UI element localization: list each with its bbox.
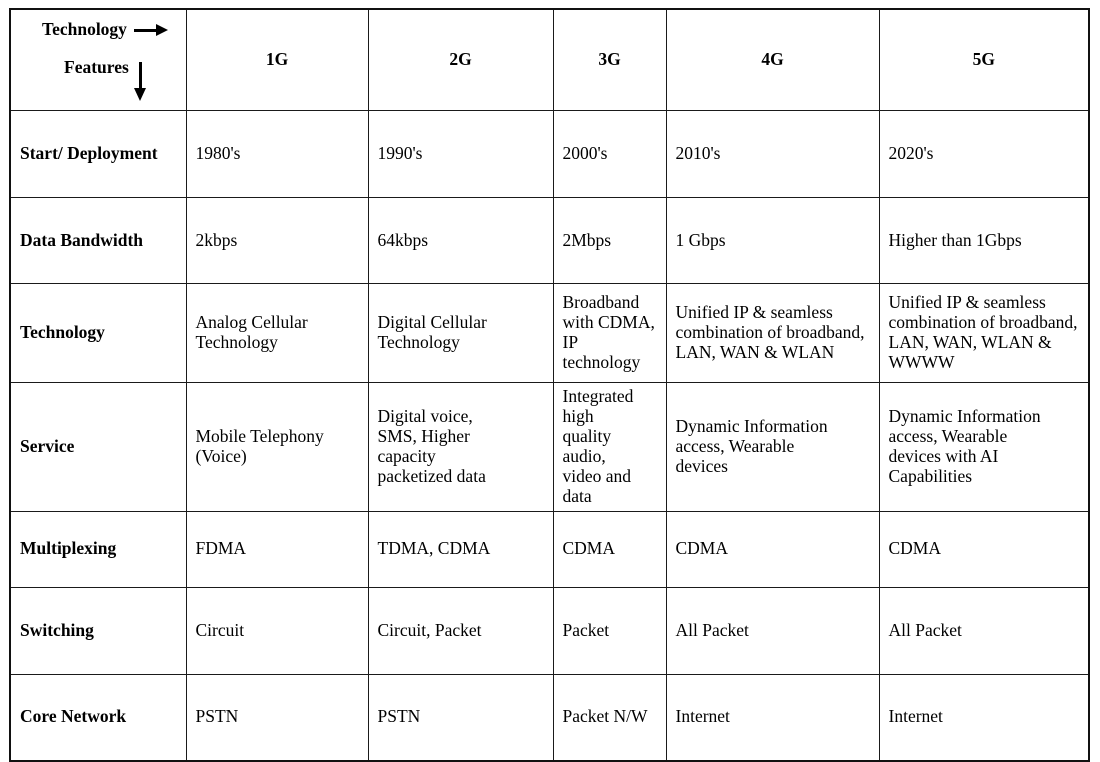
cell-service-2g: Digital voice, SMS, Higher capacity pack… (367, 382, 554, 512)
cell-multiplexing-5g: CDMA (878, 510, 1090, 588)
table-row: Switching Circuit Circuit, Packet Packet… (9, 586, 1090, 675)
cell-corenetwork-1g: PSTN (185, 673, 369, 762)
cell-bandwidth-4g: 1 Gbps (665, 197, 880, 284)
feature-label: Start/ Deployment (9, 110, 187, 198)
cell-technology-4g: Unified IP & seamless combination of bro… (665, 283, 880, 383)
table-row: Multiplexing FDMA TDMA, CDMA CDMA CDMA C… (9, 510, 1090, 588)
table-row: Technology Analog Cellular Technology Di… (9, 283, 1090, 383)
column-header-3g: 3G (552, 8, 667, 111)
column-header-4g: 4G (665, 8, 880, 111)
arrow-down-icon (133, 62, 147, 102)
cell-multiplexing-3g: CDMA (552, 510, 667, 588)
feature-label: Data Bandwidth (9, 197, 187, 284)
cell-bandwidth-5g: Higher than 1Gbps (878, 197, 1090, 284)
technology-axis-label: Technology (42, 19, 168, 40)
column-header-5g: 5G (878, 8, 1090, 111)
cell-bandwidth-2g: 64kbps (367, 197, 554, 284)
corner-axis-cell: Technology Features (9, 8, 187, 111)
cell-service-3g: Integrated high quality audio, video and… (552, 382, 667, 512)
table-header-row: Technology Features 1G 2G 3G 4G 5G (9, 8, 1090, 111)
cell-bandwidth-3g: 2Mbps (552, 197, 667, 284)
feature-label: Core Network (9, 673, 187, 762)
cell-multiplexing-1g: FDMA (185, 510, 369, 588)
feature-label: Technology (9, 283, 187, 383)
cell-corenetwork-4g: Internet (665, 673, 880, 762)
cell-service-4g: Dynamic Information access, Wearable dev… (665, 382, 880, 512)
features-axis-label: Features (64, 57, 147, 101)
table-row: Service Mobile Telephony (Voice) Digital… (9, 382, 1090, 512)
technology-axis-text: Technology (42, 19, 127, 39)
cell-start-2g: 1990's (367, 110, 554, 198)
cell-multiplexing-4g: CDMA (665, 510, 880, 588)
generations-comparison-table: Technology Features 1G 2G 3G 4G 5G Start… (9, 8, 1090, 762)
cell-service-1g: Mobile Telephony (Voice) (185, 382, 369, 512)
cell-start-1g: 1980's (185, 110, 369, 198)
cell-corenetwork-5g: Internet (878, 673, 1090, 762)
cell-corenetwork-2g: PSTN (367, 673, 554, 762)
cell-start-3g: 2000's (552, 110, 667, 198)
cell-switching-5g: All Packet (878, 586, 1090, 675)
column-header-1g: 1G (185, 8, 369, 111)
cell-bandwidth-1g: 2kbps (185, 197, 369, 284)
cell-switching-3g: Packet (552, 586, 667, 675)
feature-label: Service (9, 382, 187, 512)
arrow-right-icon (133, 24, 168, 37)
document-canvas: Technology Features 1G 2G 3G 4G 5G Start… (0, 0, 1100, 762)
cell-start-5g: 2020's (878, 110, 1090, 198)
table-row: Data Bandwidth 2kbps 64kbps 2Mbps 1 Gbps… (9, 197, 1090, 284)
cell-technology-5g: Unified IP & seamless combination of bro… (878, 283, 1090, 383)
cell-corenetwork-3g: Packet N/W (552, 673, 667, 762)
table-row: Core Network PSTN PSTN Packet N/W Intern… (9, 673, 1090, 762)
cell-technology-3g: Broadband with CDMA, IP technology (552, 283, 667, 383)
cell-start-4g: 2010's (665, 110, 880, 198)
cell-multiplexing-2g: TDMA, CDMA (367, 510, 554, 588)
cell-switching-4g: All Packet (665, 586, 880, 675)
table-row: Start/ Deployment 1980's 1990's 2000's 2… (9, 110, 1090, 198)
features-axis-text: Features (64, 57, 129, 77)
feature-label: Switching (9, 586, 187, 675)
cell-switching-1g: Circuit (185, 586, 369, 675)
feature-label: Multiplexing (9, 510, 187, 588)
cell-technology-1g: Analog Cellular Technology (185, 283, 369, 383)
cell-switching-2g: Circuit, Packet (367, 586, 554, 675)
cell-service-5g: Dynamic Information access, Wearable dev… (878, 382, 1090, 512)
cell-technology-2g: Digital Cellular Technology (367, 283, 554, 383)
column-header-2g: 2G (367, 8, 554, 111)
